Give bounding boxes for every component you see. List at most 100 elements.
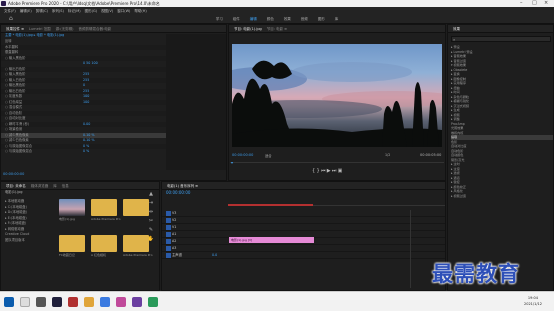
project-tab[interactable]: 库 [53, 182, 57, 189]
media-thumbnail-grid: 电影(1).jpg Adobe Premiere Pro FC收藏日记 A 红色相机 A… [59, 199, 159, 287]
effects-tab[interactable]: 效果 [453, 25, 460, 32]
workspace-tab[interactable]: 音频 [301, 14, 308, 24]
close-icon[interactable]: × [544, 0, 548, 7]
effects-search-input[interactable]: ⌕ [451, 36, 551, 42]
program-scrub-bar[interactable]: ▾ [230, 160, 444, 166]
maximize-icon[interactable]: □ [532, 0, 537, 7]
effect-property-value[interactable]: 0 50 100 [83, 61, 98, 65]
video-preview[interactable] [232, 44, 442, 147]
task-view-icon[interactable] [36, 297, 46, 307]
project-tab[interactable]: 信息 [62, 182, 69, 189]
media-tree-item[interactable]: 团队项目版本 [1, 238, 55, 244]
effect-tree-item[interactable]: ▸ 视频过渡 [451, 194, 553, 199]
home-icon[interactable]: ⌂ [9, 14, 13, 24]
effect-property-value[interactable]: 255 [83, 72, 89, 76]
effect-property-value[interactable]: 100 [83, 94, 89, 98]
effect-property-value[interactable]: 255 [83, 89, 89, 93]
folder-icon [91, 235, 117, 252]
windows-start-icon[interactable] [4, 297, 14, 307]
effect-property-value[interactable]: 0 [83, 83, 85, 87]
app-taskbar-icon[interactable] [68, 297, 78, 307]
effect-property-value[interactable]: 0 % [83, 144, 89, 148]
project-panel: 项目: 未命名 媒体浏览器库信息 电影(1).jpg ▸ 本地驱动器 ▸ C:(本… [0, 181, 160, 291]
window-title: Adobe Premiere Pro 2020 - C:\用户\ldsq\文档\… [8, 1, 160, 6]
track-select-icon[interactable]: ⇥ [146, 199, 156, 208]
browser-icon[interactable] [100, 297, 110, 307]
effect-property-value[interactable]: 100 [83, 100, 89, 104]
workspace-tab[interactable]: 库 [335, 14, 339, 24]
effect-controls-tab[interactable]: 音频剪辑混合器:电影 [79, 25, 112, 32]
title-bar: Adobe Premiere Pro 2020 - C:\用户\ldsq\文档\… [0, 0, 554, 7]
workspace-tab[interactable]: 编辑 [250, 14, 257, 24]
project-tab[interactable]: 项目: 未命名 [6, 182, 26, 189]
effect-property-value[interactable]: 0 % [83, 149, 89, 153]
project-tab[interactable]: 媒体浏览器 [31, 182, 49, 189]
fit-dropdown[interactable]: 适合 [265, 153, 272, 158]
system-clock[interactable]: 19:04 2021/1/12 [524, 295, 542, 307]
effect-controls-tab[interactable]: Lumetri 范围 [29, 25, 51, 32]
play-icon[interactable]: ▶ [327, 168, 331, 174]
premiere-taskbar-icon[interactable] [52, 297, 62, 307]
track-target-toggle[interactable] [166, 238, 171, 244]
media-thumbnail-item[interactable]: FC收藏日记 [59, 235, 89, 257]
effects-tree: ▸ 预设 ▸ Lumetri 预设 ▸ 音频效果 ▸ 音频过渡 ▾ 视频效果 ▸ Obs… [451, 45, 553, 198]
timeline-tabs: 电影(1) 音乐序列 ≡ [162, 182, 445, 190]
thumbnail-label: A 红色相机 [91, 253, 107, 257]
effect-controls-panel: 效果控件 ≡ Lumetri 范围 源:(无剪辑) 音频剪辑混合器:电影 主要 * 电… [0, 24, 227, 181]
track-target-toggle[interactable] [166, 252, 171, 258]
photoshop-icon[interactable] [132, 297, 142, 307]
effect-property-row[interactable]: ○ 与原始图像混合 0 % [1, 149, 166, 155]
razor-tool-icon[interactable]: ✂ [146, 217, 156, 226]
effect-controls-tab[interactable]: 效果控件 ≡ [6, 25, 24, 32]
track-target-toggle[interactable] [166, 224, 171, 230]
search-taskbar-icon[interactable] [20, 297, 30, 307]
master-volume-value[interactable]: 0.0 [212, 253, 217, 257]
timeline-track: V1 [162, 224, 445, 231]
media-thumbnail-item[interactable]: Adobe Premiere Pro [91, 199, 121, 221]
track-target-toggle[interactable] [166, 231, 171, 237]
step-back-icon[interactable]: ⏮ [321, 168, 326, 174]
media-thumbnail-item[interactable]: 电影(1).jpg [59, 199, 89, 221]
landscape-image [232, 60, 442, 147]
file-explorer-icon[interactable] [84, 297, 94, 307]
effect-controls-tab[interactable]: 源:(无剪辑) [56, 25, 74, 32]
timeline-tab[interactable]: 电影(1) 音乐序列 ≡ [167, 182, 198, 189]
workspace-bar: ⌂ 学习 组件 编辑 颜色 效果 音频 图形库 [0, 14, 554, 24]
track-label: V3 [172, 211, 177, 215]
step-forward-icon[interactable]: ⏭ [332, 168, 337, 174]
minimize-icon[interactable]: – [520, 0, 523, 7]
timeline-track: V2 [162, 217, 445, 224]
effect-property-value[interactable]: 255 [83, 78, 89, 82]
export-frame-icon[interactable]: ▣ [338, 168, 343, 174]
playhead-icon[interactable]: ▾ [231, 160, 233, 165]
effect-keyframe-area[interactable] [166, 34, 226, 170]
effect-property-value[interactable]: 0.00 [83, 122, 90, 126]
hand-tool-icon[interactable]: ✋ [146, 235, 156, 244]
ripple-edit-icon[interactable]: ⇹ [146, 208, 156, 217]
program-monitor-tab[interactable]: 节目: 电影(1).jpg [234, 25, 262, 32]
effect-property-value[interactable]: 0.10 % [83, 138, 95, 142]
workspace-tab[interactable]: 组件 [233, 14, 240, 24]
workspace-tab[interactable]: 颜色 [267, 14, 274, 24]
work-area-bar[interactable] [228, 204, 313, 206]
timeline-ruler[interactable] [228, 202, 445, 206]
timeline-timecode: 00:00:00:00 [166, 190, 191, 195]
workspace-tab[interactable]: 效果 [284, 14, 291, 24]
mark-out-icon[interactable]: } [316, 168, 319, 174]
track-target-toggle[interactable] [166, 245, 171, 251]
transport-controls: { } ⏮ ▶ ⏭ ▣ [312, 168, 372, 174]
workspace-tab[interactable]: 图形 [318, 14, 325, 24]
mark-in-icon[interactable]: { [312, 168, 315, 174]
track-target-toggle[interactable] [166, 217, 171, 223]
wechat-icon[interactable] [148, 297, 158, 307]
effect-property-value[interactable]: 0.10 % [83, 133, 95, 137]
selection-tool-icon[interactable]: ▲ [146, 190, 156, 199]
pen-tool-icon[interactable]: ✎ [146, 226, 156, 235]
video-clip[interactable]: 电影(1).jpg [V] [229, 237, 314, 243]
media-app-icon[interactable] [116, 297, 126, 307]
media-thumbnail-item[interactable]: A 红色相机 [91, 235, 121, 257]
track-target-toggle[interactable] [166, 210, 171, 216]
workspace-tab[interactable]: 学习 [216, 14, 223, 24]
program-monitor-tab[interactable]: 节目: 电影 ≡ [267, 25, 287, 32]
resolution-dropdown[interactable]: 1/2 [385, 153, 390, 157]
